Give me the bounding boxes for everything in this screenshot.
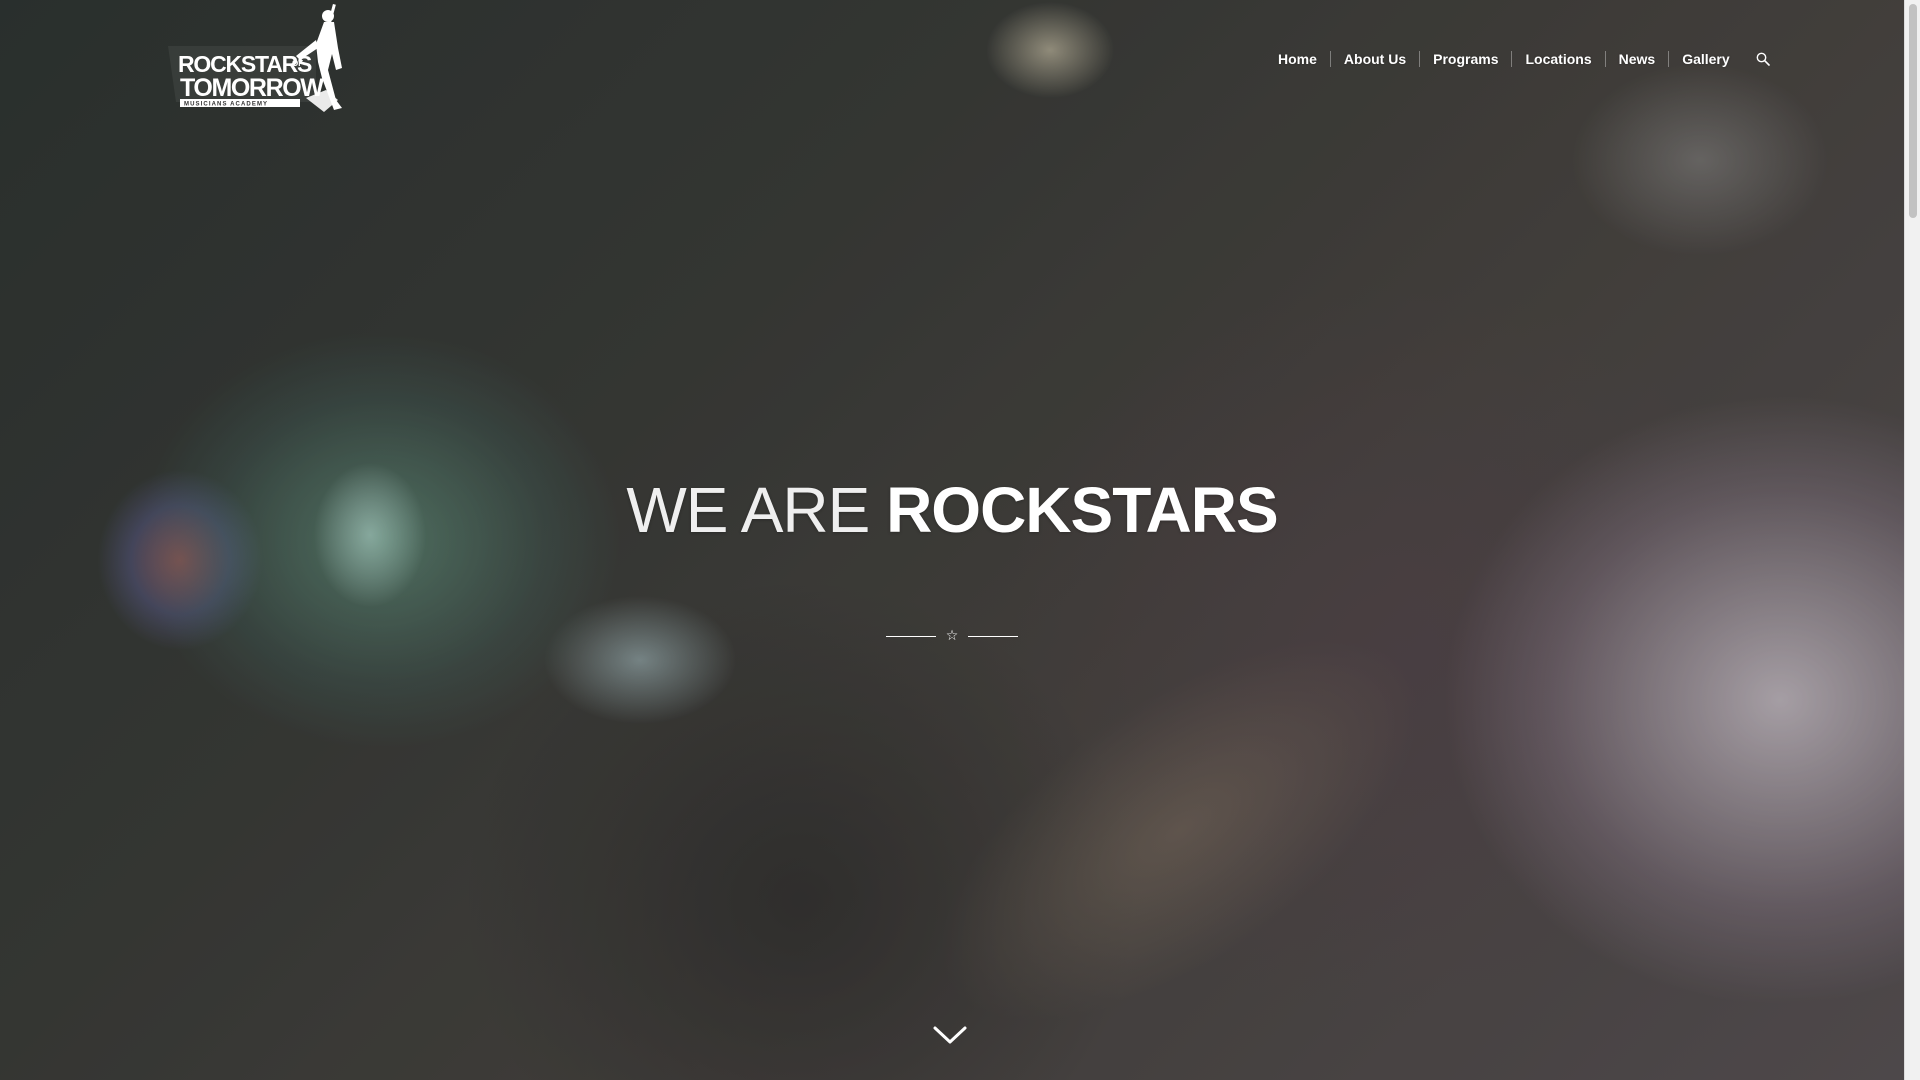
- nav-item-gallery[interactable]: Gallery: [1668, 51, 1742, 67]
- divider-line-left: [886, 635, 936, 637]
- nav-item-programs[interactable]: Programs: [1419, 51, 1511, 67]
- logo-tagline: MUSICIANS ACADEMY: [184, 102, 268, 108]
- nav-item-home[interactable]: Home: [1265, 51, 1330, 67]
- scrollbar-thumb[interactable]: [1909, 4, 1917, 218]
- hero-divider: ☆: [886, 626, 1018, 646]
- page-scrollbar[interactable]: [1904, 0, 1920, 1080]
- logo-text-of: OF: [292, 59, 303, 68]
- nav-item-news[interactable]: News: [1604, 51, 1669, 67]
- divider-line-right: [968, 635, 1018, 637]
- main-navigation: Home About Us Programs Locations News Ga…: [1265, 46, 1771, 72]
- hero-heading: WE ARE ROCKSTARS: [0, 470, 1904, 550]
- search-icon: [1756, 52, 1770, 66]
- star-icon: ☆: [945, 628, 959, 644]
- logo-text-line2: TOMORROW: [180, 74, 324, 102]
- nav-item-locations[interactable]: Locations: [1511, 51, 1604, 67]
- hero-heading-bold: ROCKSTARS: [886, 474, 1279, 546]
- hero-heading-light: WE ARE: [626, 474, 870, 546]
- chevron-down-icon[interactable]: [932, 1022, 968, 1048]
- nav-item-about-us[interactable]: About Us: [1329, 51, 1419, 67]
- site-logo[interactable]: ROCKSTARS OF TOMORROW MUSICIANS ACADEMY: [166, 4, 348, 116]
- page: ROCKSTARS OF TOMORROW MUSICIANS ACADEMY …: [0, 0, 1920, 1080]
- search-button[interactable]: [1755, 51, 1771, 67]
